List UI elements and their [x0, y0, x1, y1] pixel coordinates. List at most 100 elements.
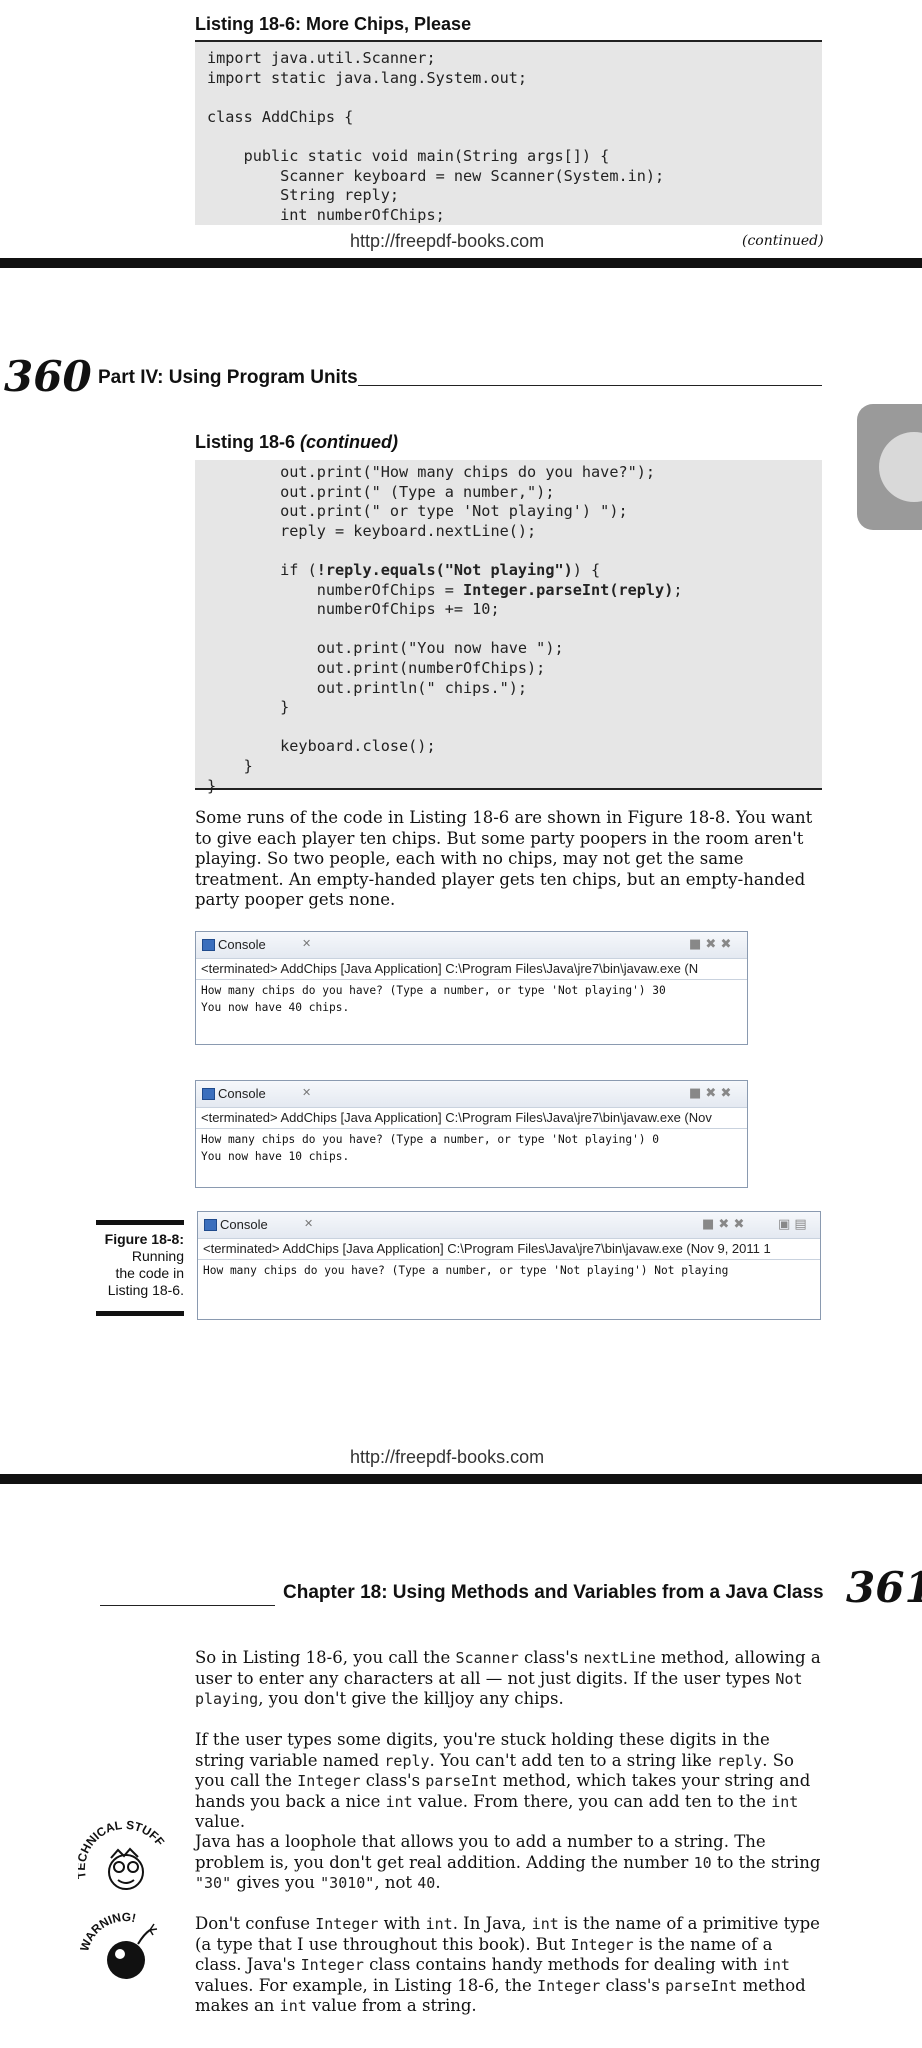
close-icon[interactable]: ✕	[304, 1217, 313, 1230]
figure-bottom-rule	[96, 1311, 184, 1316]
inline-code: Integer	[315, 1915, 379, 1933]
code-line: }	[207, 777, 683, 797]
code-text: out.print(numberOfChips);	[207, 658, 546, 677]
listing-continued-label: Listing 18-6	[195, 432, 301, 452]
close-icon[interactable]: ✕	[302, 937, 311, 950]
code-listing-top: import java.util.Scanner; import static …	[207, 49, 665, 224]
code-text: if (	[207, 560, 317, 579]
paragraph-text: So in Listing 18-6, you call the	[195, 1648, 456, 1667]
thumb-tab	[857, 404, 922, 530]
console-view[interactable]: Console ✕ ■ ✖ ✖ ▣ ▤ <terminated> AddChips [J…	[197, 1211, 821, 1320]
inline-code: int	[279, 1997, 307, 2015]
code-line: numberOfChips += 10;	[207, 600, 683, 620]
console-icon	[204, 1219, 217, 1231]
paragraph-4: Don't confuse Integer with int. In Java,…	[195, 1914, 823, 2017]
paragraph-text: Don't confuse	[195, 1914, 316, 1933]
console-divider	[198, 1259, 820, 1260]
figure-top-rule	[96, 1220, 184, 1225]
paragraph-text: value.	[195, 1812, 246, 1831]
console-icon	[202, 939, 215, 951]
paragraph-text: .	[435, 1873, 441, 1892]
console-icon	[202, 1088, 215, 1100]
inline-code: Scanner	[455, 1649, 519, 1667]
console-tab-label[interactable]: Console	[218, 937, 266, 952]
code-bold: !reply.equals("Not playing")	[316, 560, 573, 579]
inline-code: parseInt	[665, 1976, 738, 1995]
inline-code: parseInt	[425, 1772, 498, 1790]
running-head-rule	[358, 385, 822, 386]
console-output-line: You now have 40 chips.	[201, 1001, 350, 1014]
paragraph-3: Java has a loophole that allows you to a…	[195, 1832, 823, 1894]
console-tab-bar: Console ✕ ■ ✖ ✖	[196, 932, 747, 959]
code-text: numberOfChips += 10;	[207, 600, 500, 619]
console-status-line: <terminated> AddChips [Java Application]…	[203, 1241, 771, 1256]
page-separator	[0, 258, 922, 268]
figure-caption-line-3: Listing 18-6.	[107, 1282, 184, 1298]
code-listing-360: out.print("How many chips do you have?")…	[207, 463, 683, 796]
console-view[interactable]: Console ✕ ■ ✖ ✖ <terminated> AddChips [Java…	[195, 931, 748, 1045]
code-text: out.print("You now have ");	[207, 639, 564, 658]
figure-caption: Figure 18-8: Running the code in Listing…	[96, 1220, 184, 1316]
code-text: out.println(" chips.");	[207, 678, 528, 697]
console-status-line: <terminated> AddChips [Java Application]…	[201, 961, 699, 976]
paragraph-text: class's	[360, 1771, 426, 1790]
paragraph-text: with	[378, 1914, 426, 1933]
code-text: ;	[673, 580, 683, 599]
code-line: }	[207, 757, 683, 777]
figure-caption-line-1: Running	[131, 1248, 184, 1264]
close-icon[interactable]: ✕	[302, 1086, 311, 1099]
remove-launch-icon[interactable]: ■ ✖ ✖	[702, 1217, 744, 1232]
paragraph-text: Java has a loophole that allows you to a…	[195, 1832, 766, 1872]
code-line: out.print("How many chips do you have?")…	[207, 463, 683, 483]
figure-label: Figure 18-8:	[104, 1231, 184, 1247]
paragraph-text: to the string	[711, 1852, 821, 1872]
paragraph-2: If the user types some digits, you're st…	[195, 1730, 823, 1833]
console-tab-label[interactable]: Console	[218, 1086, 266, 1101]
remove-launch-icon[interactable]: ■ ✖ ✖	[689, 1086, 731, 1101]
paragraph-text: value from a string.	[306, 1996, 477, 2015]
inline-code: 10	[693, 1853, 712, 1872]
figure-caption-line-2: the code in	[115, 1265, 185, 1281]
code-line: out.println(" chips.");	[207, 679, 683, 699]
console-output-line: How many chips do you have? (Type a numb…	[203, 1264, 729, 1277]
inline-code: reply	[384, 1751, 430, 1770]
console-output-line: How many chips do you have? (Type a numb…	[201, 1133, 660, 1146]
running-head-361: Chapter 18: Using Methods and Variables …	[283, 1582, 824, 1603]
paragraph-text: . You can't add ten to a string like	[429, 1750, 718, 1770]
footer-link-360[interactable]: http://freepdf-books.com	[350, 1447, 544, 1468]
code-text: }	[207, 776, 217, 795]
inline-code: Integer	[297, 1772, 361, 1790]
page-number-361: 361	[846, 1563, 922, 1612]
inline-code: int	[771, 1792, 799, 1811]
footer-link-top[interactable]: http://freepdf-books.com	[350, 231, 544, 252]
paragraph-1: So in Listing 18-6, you call the Scanner…	[195, 1648, 823, 1710]
paragraph-text: class contains handy methods for dealing…	[363, 1955, 763, 1974]
code-text: out.print("How many chips do you have?")…	[207, 463, 656, 481]
paragraph-text: , not	[374, 1873, 418, 1892]
inline-code: "30"	[195, 1874, 232, 1892]
inline-code: int	[425, 1915, 453, 1933]
code-text: numberOfChips =	[207, 580, 464, 599]
paragraph-text: gives you	[231, 1873, 321, 1892]
paragraph-figure-intro: Some runs of the code in Listing 18-6 ar…	[195, 808, 813, 909]
code-line: if (!reply.equals("Not playing")) {	[207, 561, 683, 581]
inline-code: nextLine	[583, 1649, 656, 1667]
inline-code: int	[385, 1792, 413, 1811]
paragraph-text: class's	[518, 1648, 584, 1667]
console-output-line: You now have 10 chips.	[201, 1150, 350, 1163]
code-text: out.print(" (Type a number,");	[207, 482, 555, 501]
inline-code: "3010"	[320, 1874, 375, 1892]
page-number-360: 360	[4, 352, 92, 401]
console-tab-label[interactable]: Console	[220, 1217, 268, 1232]
inline-code: int	[531, 1915, 559, 1933]
inline-code: Integer	[300, 1956, 364, 1974]
pin-console-icon[interactable]: ▣ ▤	[778, 1217, 807, 1232]
console-divider	[196, 979, 747, 980]
console-view[interactable]: Console ✕ ■ ✖ ✖ <terminated> AddChips [Java…	[195, 1080, 748, 1188]
remove-launch-icon[interactable]: ■ ✖ ✖	[689, 937, 731, 952]
listing-continued-italic: (continued)	[300, 432, 399, 452]
code-bold: Integer.parseInt(reply)	[463, 580, 674, 599]
paragraph-text: . In Java,	[452, 1914, 532, 1933]
